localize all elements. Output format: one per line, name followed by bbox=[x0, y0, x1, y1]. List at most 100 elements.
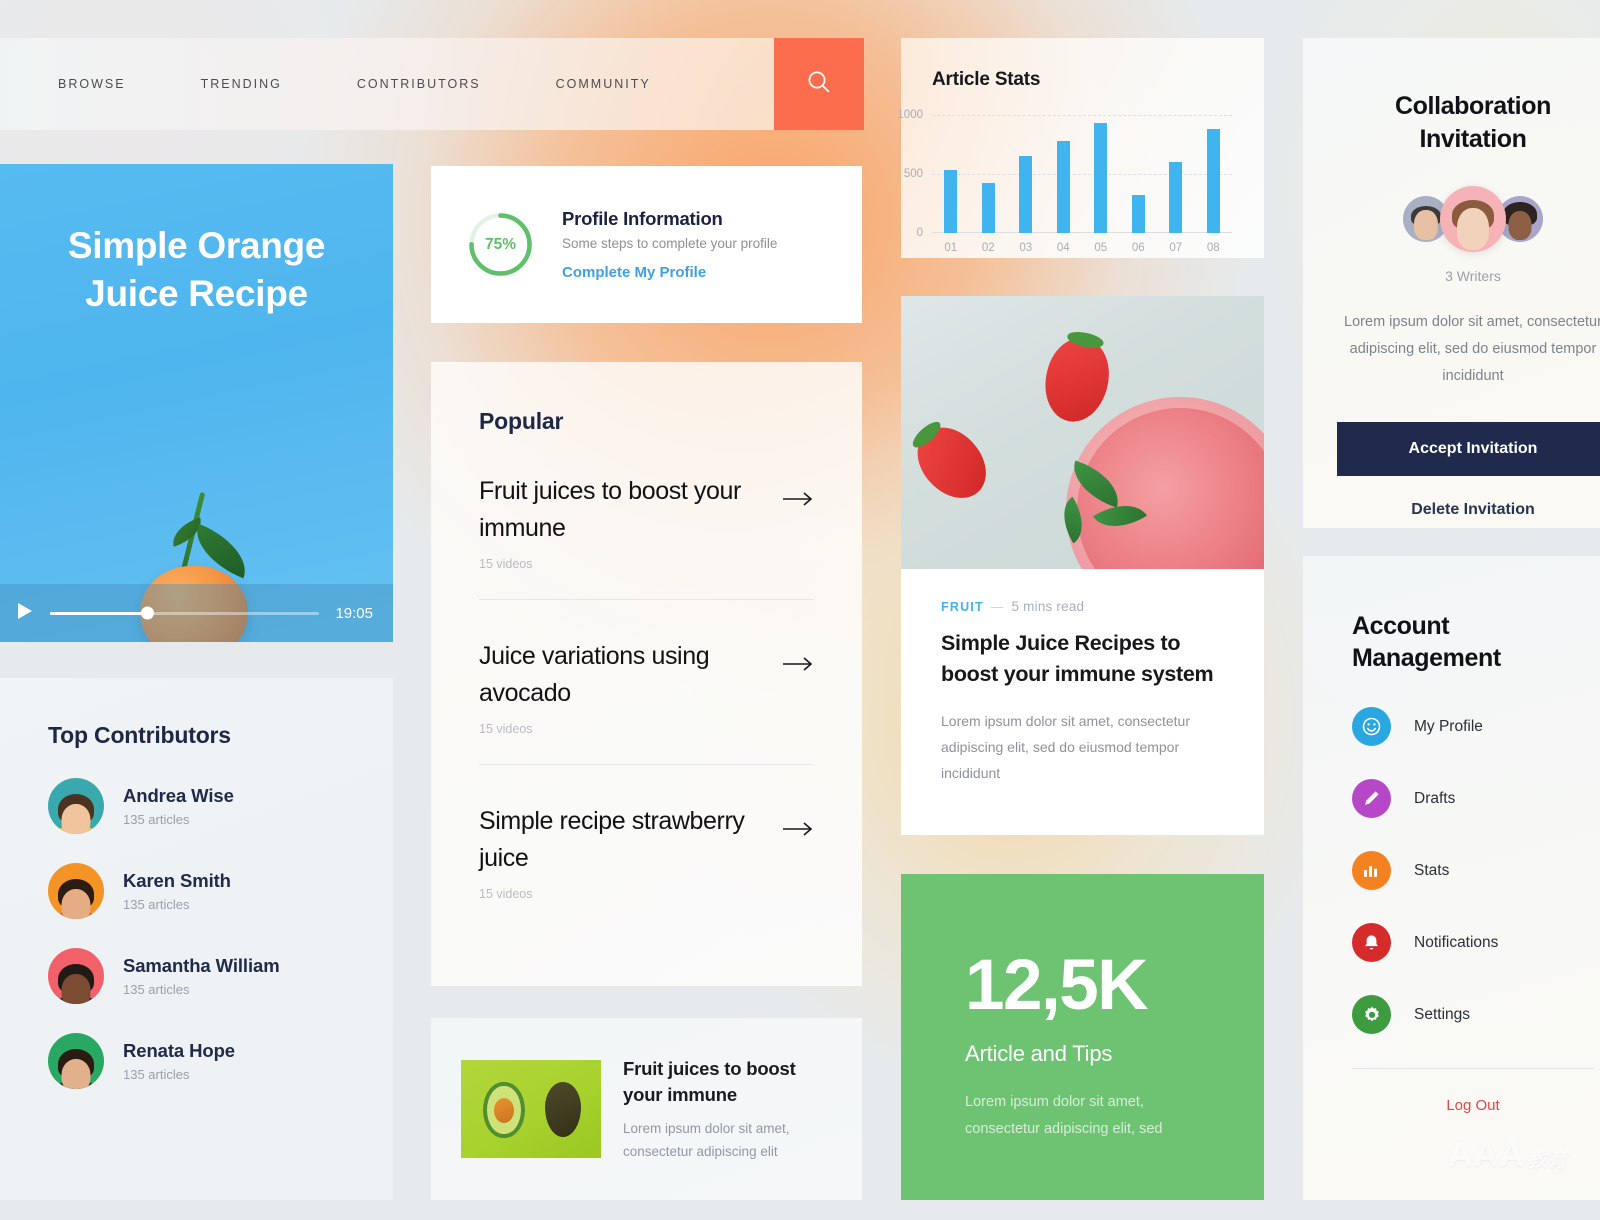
account-item-drafts[interactable]: Drafts bbox=[1352, 779, 1600, 818]
chart-bar-column bbox=[1157, 115, 1195, 233]
contributor-row[interactable]: Renata Hope 135 articles bbox=[48, 1033, 393, 1089]
video-progress-slider[interactable] bbox=[50, 606, 320, 620]
chart-bar-column bbox=[970, 115, 1008, 233]
smiley-face-icon bbox=[1352, 707, 1391, 746]
profile-information-card: 75% Profile Information Some steps to co… bbox=[431, 166, 862, 323]
collaboration-invitation-panel: Collaboration Invitation 3 Writers Lorem… bbox=[1303, 38, 1600, 528]
video-progress-knob[interactable] bbox=[141, 606, 154, 620]
invitation-title-line1: Collaboration bbox=[1395, 92, 1551, 120]
nav-link-browse[interactable]: BROWSE bbox=[58, 77, 126, 91]
account-item-label: Stats bbox=[1414, 861, 1450, 879]
account-item-label: Settings bbox=[1414, 1005, 1471, 1023]
article-description: Lorem ipsum dolor sit amet, consectetur … bbox=[941, 713, 1190, 781]
account-item-stats[interactable]: Stats bbox=[1352, 851, 1600, 890]
hero-title: Simple Orange Juice Recipe bbox=[0, 222, 393, 318]
accept-invitation-button[interactable]: Accept Invitation bbox=[1337, 422, 1600, 476]
chart-title: Article Stats bbox=[932, 69, 1041, 90]
x-axis-tick: 02 bbox=[981, 242, 995, 254]
hero-video-card[interactable]: Simple Orange Juice Recipe 19:05 bbox=[0, 164, 393, 642]
account-item-my-profile[interactable]: My Profile bbox=[1352, 707, 1600, 746]
arrow-right-icon[interactable] bbox=[783, 817, 814, 842]
account-item-notifications[interactable]: Notifications bbox=[1352, 923, 1600, 962]
popular-item-meta: 15 videos bbox=[479, 557, 533, 571]
hero-title-line1: Simple Orange bbox=[67, 225, 326, 266]
chart-bar bbox=[1094, 123, 1108, 233]
stat-description: Lorem ipsum dolor sit amet, consectetur … bbox=[965, 1094, 1163, 1137]
gear-icon bbox=[1352, 995, 1391, 1034]
mini-article-desc: Lorem ipsum dolor sit amet, consectetur … bbox=[623, 1120, 790, 1159]
chart-bar bbox=[1206, 129, 1220, 233]
article-stats-card: Article Stats 1000 500 0 01 02 03 04 05 06 07 0… bbox=[897, 38, 1264, 258]
chart-bar-column bbox=[1007, 115, 1045, 233]
article-tips-stat-card: 12,5K Article and Tips Lorem ipsum dolor… bbox=[901, 874, 1264, 1200]
x-axis-tick: 01 bbox=[944, 242, 958, 254]
nav-link-trending[interactable]: TRENDING bbox=[201, 77, 282, 91]
delete-invitation-button[interactable]: Delete Invitation bbox=[1303, 501, 1600, 519]
chart-bars bbox=[932, 115, 1232, 233]
contributor-name: Karen Smith bbox=[123, 870, 231, 891]
popular-item-meta: 15 videos bbox=[479, 887, 533, 901]
avatar bbox=[48, 863, 104, 919]
contributor-row[interactable]: Andrea Wise 135 articles bbox=[48, 778, 393, 834]
arrow-right-icon[interactable] bbox=[783, 652, 814, 677]
stat-label: Article and Tips bbox=[965, 1041, 1113, 1066]
account-item-label: My Profile bbox=[1414, 717, 1483, 735]
complete-profile-link[interactable]: Complete My Profile bbox=[562, 264, 706, 281]
chart-bar-column bbox=[1082, 115, 1120, 233]
contributor-name: Renata Hope bbox=[123, 1040, 235, 1061]
contributor-row[interactable]: Samantha William 135 articles bbox=[48, 948, 393, 1004]
search-icon bbox=[806, 69, 832, 100]
stat-number: 12,5K bbox=[965, 946, 1148, 1025]
x-axis-labels: 01 02 03 04 05 06 07 08 bbox=[932, 242, 1232, 254]
logout-button[interactable]: Log Out bbox=[1352, 1097, 1600, 1114]
popular-panel: Popular Fruit juices to boost your immun… bbox=[431, 362, 862, 986]
bar-chart: 1000 500 0 01 02 03 04 05 06 07 08 bbox=[897, 109, 1232, 254]
writer-avatars bbox=[1303, 186, 1600, 252]
x-axis-tick: 07 bbox=[1169, 242, 1183, 254]
account-item-settings[interactable]: Settings bbox=[1352, 995, 1600, 1034]
popular-list-item[interactable]: Juice variations using avocado 15 videos bbox=[479, 599, 814, 764]
account-management-panel: Account Management My Profile Drafts Sta… bbox=[1303, 556, 1600, 1200]
article-kicker: FRUIT — 5 mins read bbox=[941, 599, 1224, 614]
x-axis-tick: 08 bbox=[1206, 242, 1220, 254]
contributor-articles: 135 articles bbox=[123, 982, 190, 997]
contributor-row[interactable]: Karen Smith 135 articles bbox=[48, 863, 393, 919]
contributor-name: Andrea Wise bbox=[123, 785, 234, 806]
account-item-label: Drafts bbox=[1414, 789, 1456, 807]
nav-links: BROWSE TRENDING CONTRIBUTORS COMMUNITY bbox=[0, 77, 726, 91]
popular-item-title: Juice variations using avocado bbox=[479, 642, 710, 707]
profile-title: Profile Information bbox=[562, 207, 723, 229]
featured-article-card[interactable]: FRUIT — 5 mins read Simple Juice Recipes t… bbox=[901, 296, 1264, 835]
popular-list-item[interactable]: Simple recipe strawberry juice 15 videos bbox=[479, 764, 814, 929]
divider bbox=[1352, 1068, 1594, 1069]
x-axis-tick: 06 bbox=[1131, 242, 1145, 254]
account-title: Account Management bbox=[1352, 610, 1600, 674]
writer-avatar-2 bbox=[1440, 186, 1506, 252]
popular-item-title: Simple recipe strawberry juice bbox=[479, 807, 745, 872]
chart-bar bbox=[981, 183, 995, 233]
writers-count: 3 Writers bbox=[1445, 268, 1501, 284]
avatar bbox=[48, 1033, 104, 1089]
avocado-photo bbox=[461, 1060, 601, 1158]
y-axis-tick: 0 bbox=[916, 227, 923, 239]
top-navigation-bar: BROWSE TRENDING CONTRIBUTORS COMMUNITY bbox=[0, 38, 864, 130]
popular-title: Popular bbox=[479, 408, 564, 434]
nav-link-contributors[interactable]: CONTRIBUTORS bbox=[357, 77, 481, 91]
play-icon[interactable] bbox=[18, 602, 32, 624]
contributor-name: Samantha William bbox=[123, 955, 280, 976]
nav-link-community[interactable]: COMMUNITY bbox=[556, 77, 651, 91]
chart-bar-column bbox=[932, 115, 970, 233]
arrow-right-icon[interactable] bbox=[783, 487, 814, 512]
bar-chart-icon bbox=[1352, 851, 1391, 890]
mini-article-card[interactable]: Fruit juices to boost your immune Lorem … bbox=[431, 1018, 862, 1200]
article-tag[interactable]: FRUIT bbox=[941, 600, 984, 614]
popular-list-item[interactable]: Fruit juices to boost your immune 15 vid… bbox=[479, 435, 814, 599]
x-axis-tick: 04 bbox=[1056, 242, 1070, 254]
invitation-title: Collaboration Invitation bbox=[1303, 90, 1600, 156]
article-title: Simple Juice Recipes to boost your immun… bbox=[941, 631, 1214, 686]
article-read-time: 5 mins read bbox=[1011, 599, 1085, 614]
search-button[interactable] bbox=[774, 38, 864, 130]
chart-bar bbox=[1056, 140, 1070, 233]
hero-title-line2: Juice Recipe bbox=[85, 273, 308, 314]
profile-subtitle: Some steps to complete your profile bbox=[562, 235, 778, 251]
